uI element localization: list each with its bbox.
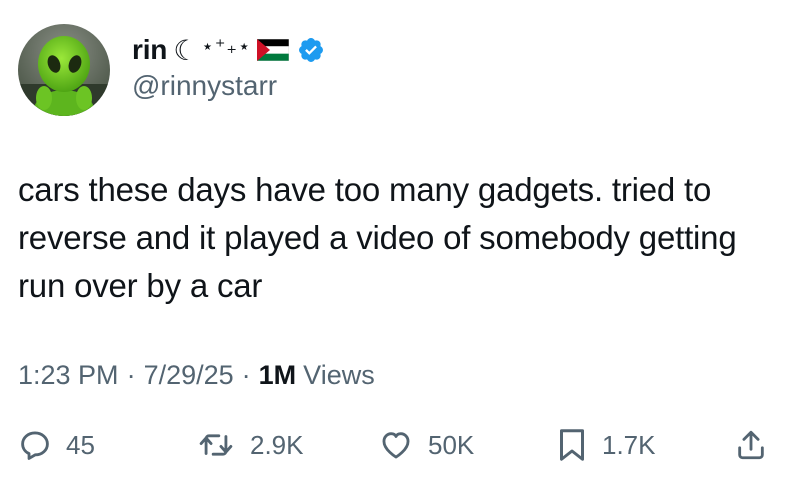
name-decoration: ☾ ⋆⁺₊⋆ <box>173 34 251 67</box>
bookmark-button[interactable]: 1.7K <box>556 418 656 472</box>
bookmark-icon <box>560 429 584 461</box>
share-button[interactable] <box>734 418 768 472</box>
retweet-icon <box>199 434 233 456</box>
views-label: Views <box>303 360 375 390</box>
bookmark-count: 1.7K <box>602 429 656 460</box>
reply-icon <box>21 431 49 460</box>
like-count: 50K <box>428 429 475 460</box>
tweet-card: rin ☾ ⋆⁺₊⋆ @rinnystarr cars these days h… <box>0 0 800 494</box>
views-count[interactable]: 1M <box>259 360 297 391</box>
stars-icon: ⋆⁺₊⋆ <box>201 35 252 58</box>
user-handle[interactable]: @rinnystarr <box>132 70 325 102</box>
tweet-date[interactable]: 7/29/25 <box>144 360 234 391</box>
meta-separator: · <box>126 360 136 390</box>
user-names: rin ☾ ⋆⁺₊⋆ @rinnystarr <box>132 32 325 102</box>
meta-separator: · <box>241 360 251 390</box>
like-button[interactable]: 50K <box>378 418 474 472</box>
retweet-count: 2.9K <box>250 429 304 460</box>
heart-icon <box>382 432 410 459</box>
tweet-text: cars these days have too many gadgets. t… <box>18 171 737 304</box>
verified-badge-icon[interactable] <box>297 36 325 64</box>
reply-count: 45 <box>66 429 95 460</box>
tweet-header: rin ☾ ⋆⁺₊⋆ @rinnystarr <box>18 22 325 118</box>
display-name-row: rin ☾ ⋆⁺₊⋆ <box>132 32 325 68</box>
moon-icon: ☾ <box>173 34 200 66</box>
avatar[interactable] <box>18 24 110 116</box>
display-name[interactable]: rin <box>132 34 167 66</box>
action-bar: 45 2.9K 50K 1.7K <box>0 418 800 472</box>
palestine-flag-icon <box>257 38 290 62</box>
reply-button[interactable]: 45 <box>18 418 95 472</box>
retweet-button[interactable]: 2.9K <box>196 418 304 472</box>
share-icon <box>738 430 764 460</box>
alien-avatar-icon <box>18 24 110 116</box>
tweet-meta: 1:23 PM · 7/29/25 · 1M Views <box>18 360 375 391</box>
tweet-time[interactable]: 1:23 PM <box>18 360 119 391</box>
